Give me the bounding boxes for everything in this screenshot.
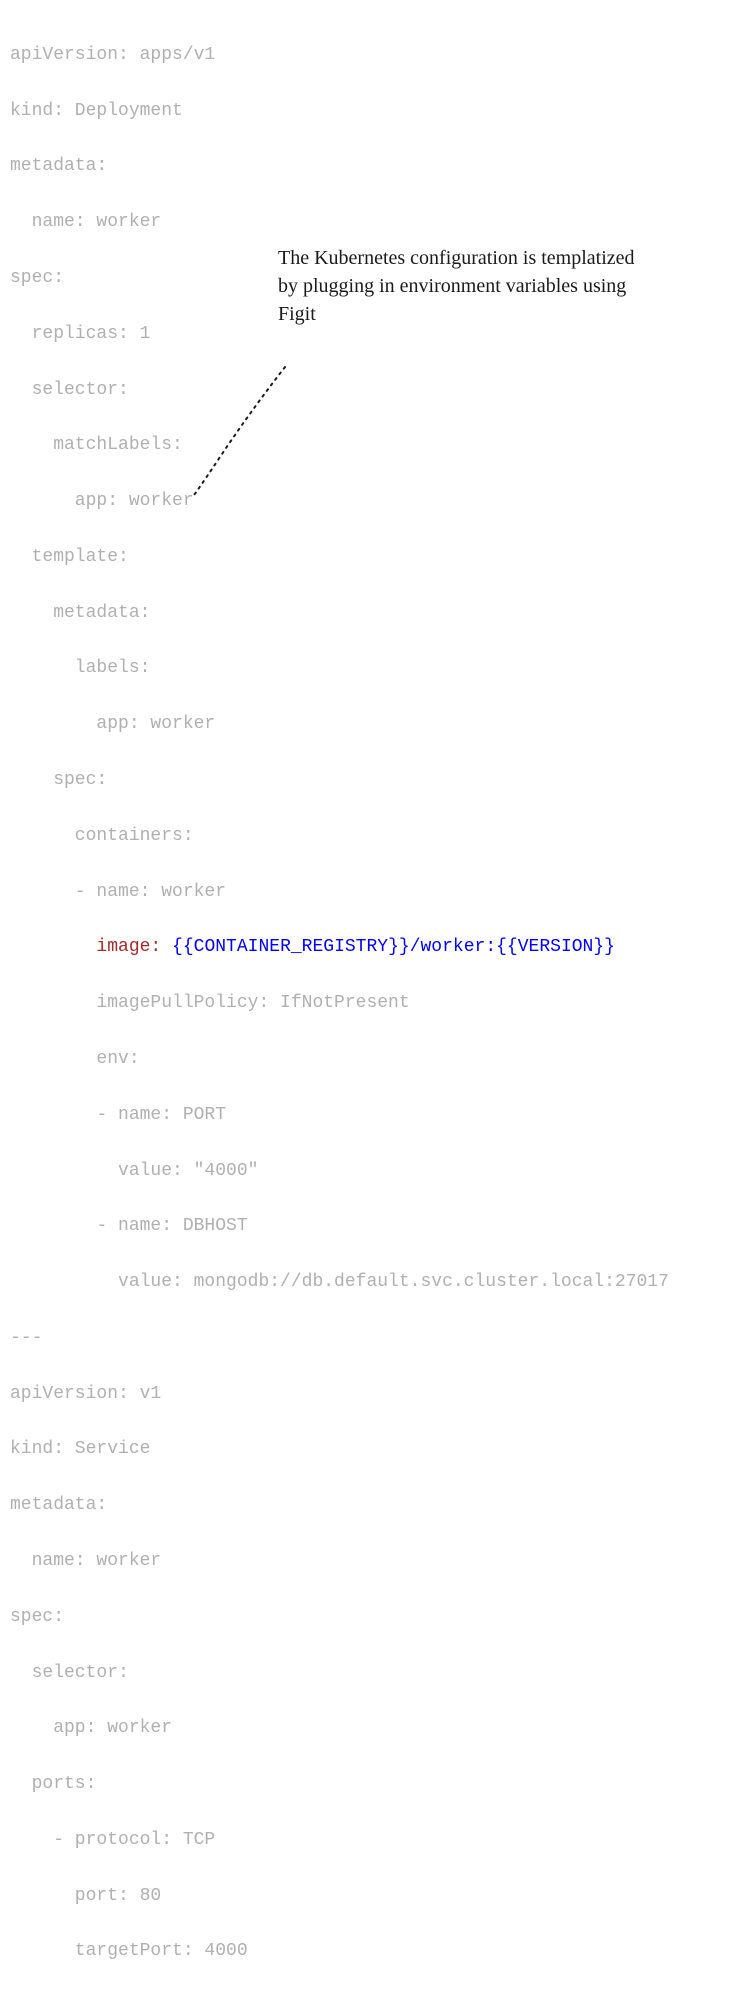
- yaml-line: app: worker: [10, 711, 720, 739]
- yaml-line: apiVersion: v1: [10, 1381, 720, 1409]
- image-path: /worker:: [410, 937, 496, 957]
- template-open: {{: [496, 937, 518, 957]
- yaml-line: template:: [10, 544, 720, 572]
- yaml-line: port: 80: [10, 1883, 720, 1911]
- yaml-line: app: worker: [10, 488, 720, 516]
- template-var-version: VERSION: [518, 937, 594, 957]
- template-close: }}: [388, 937, 410, 957]
- yaml-line: - name: PORT: [10, 1102, 720, 1130]
- template-close: }}: [593, 937, 615, 957]
- yaml-line: containers:: [10, 823, 720, 851]
- annotation-text: The Kubernetes configuration is templati…: [278, 244, 658, 328]
- yaml-line: kind: Service: [10, 1436, 720, 1464]
- yaml-line: selector:: [10, 377, 720, 405]
- yaml-line: env:: [10, 1046, 720, 1074]
- yaml-line: metadata:: [10, 600, 720, 628]
- yaml-line: spec:: [10, 1604, 720, 1632]
- template-var-registry: CONTAINER_REGISTRY: [194, 937, 388, 957]
- image-key: image:: [96, 937, 161, 957]
- yaml-line: value: mongodb://db.default.svc.cluster.…: [10, 1269, 720, 1297]
- yaml-line: value: "4000": [10, 1158, 720, 1186]
- yaml-line: metadata:: [10, 153, 720, 181]
- indent: [10, 937, 96, 957]
- yaml-line: name: worker: [10, 1548, 720, 1576]
- yaml-line: metadata:: [10, 1492, 720, 1520]
- yaml-line: labels:: [10, 655, 720, 683]
- yaml-line: ---: [10, 1325, 720, 1353]
- highlighted-image-line: image: {{CONTAINER_REGISTRY}}/worker:{{V…: [10, 934, 720, 962]
- yaml-line: - name: worker: [10, 879, 720, 907]
- yaml-line: spec:: [10, 767, 720, 795]
- yaml-line: name: worker: [10, 209, 720, 237]
- yaml-line: - protocol: TCP: [10, 1827, 720, 1855]
- space: [161, 937, 172, 957]
- yaml-line: matchLabels:: [10, 432, 720, 460]
- yaml-line: - name: DBHOST: [10, 1213, 720, 1241]
- yaml-line: imagePullPolicy: IfNotPresent: [10, 990, 720, 1018]
- yaml-line: kind: Deployment: [10, 98, 720, 126]
- template-open: {{: [172, 937, 194, 957]
- yaml-line: selector:: [10, 1660, 720, 1688]
- yaml-line: ports:: [10, 1771, 720, 1799]
- yaml-line: apiVersion: apps/v1: [10, 42, 720, 70]
- yaml-line: targetPort: 4000: [10, 1938, 720, 1966]
- yaml-line: app: worker: [10, 1715, 720, 1743]
